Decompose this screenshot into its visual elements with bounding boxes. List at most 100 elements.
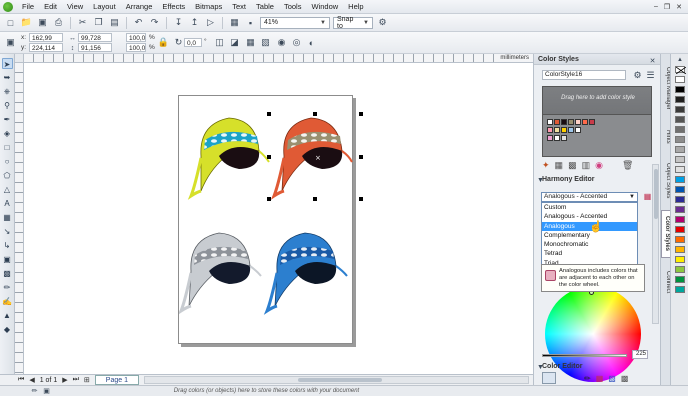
color-swatch[interactable] [547, 119, 553, 125]
weld-icon[interactable]: ◎ [290, 36, 303, 49]
color-model-icon[interactable]: ▦ [596, 374, 604, 383]
connector-tool-icon[interactable]: ↳ [2, 240, 13, 251]
close-icon[interactable]: ✕ [676, 3, 682, 11]
page-tab-1[interactable]: Page 1 [94, 375, 139, 385]
style-options-icon[interactable]: ⚙ [631, 69, 644, 82]
selection-handle[interactable] [313, 112, 317, 116]
color-swatch[interactable] [554, 119, 560, 125]
color-swatch[interactable] [575, 119, 581, 125]
menu-layout[interactable]: Layout [88, 0, 121, 14]
menu-tools[interactable]: Tools [279, 0, 307, 14]
blue-hat[interactable] [263, 232, 348, 315]
publish-pdf-icon[interactable]: ▷ [204, 16, 217, 29]
harmony-option-tetrad[interactable]: Tetrad [542, 249, 637, 258]
palette-swatch[interactable] [675, 286, 685, 293]
color-swatch[interactable] [568, 119, 574, 125]
selection-handle[interactable] [359, 112, 363, 116]
brightness-slider[interactable] [542, 354, 627, 357]
horizontal-scroll-thumb[interactable] [298, 378, 383, 382]
print-icon[interactable]: ⎙ [52, 16, 65, 29]
import-icon[interactable]: ↧ [172, 16, 185, 29]
palette-swatch[interactable] [675, 106, 685, 113]
color-sliders-icon[interactable]: ▧ [608, 374, 616, 383]
color-swatch[interactable] [568, 127, 574, 133]
docker-scroll-thumb[interactable] [654, 169, 658, 219]
width-field[interactable]: 99,728 mm [78, 33, 112, 51]
snap-to-select[interactable]: Snap to ▼ [333, 16, 373, 30]
ungroup-icon[interactable]: ▧ [259, 36, 272, 49]
palette-swatch[interactable] [675, 76, 685, 83]
prev-page-icon[interactable]: ◀ [29, 376, 34, 384]
color-swatch[interactable] [561, 119, 567, 125]
harmony-option-custom[interactable]: Custom [542, 203, 637, 212]
freehand-tool-icon[interactable]: ✒ [2, 114, 13, 125]
copy-icon[interactable]: ❐ [92, 16, 105, 29]
fill-tool-icon[interactable]: ▲ [2, 310, 13, 321]
shape-tool-icon[interactable]: ➥ [2, 72, 13, 83]
palette-swatch[interactable] [675, 196, 685, 203]
mirror-horizontal-icon[interactable]: ◫ [213, 36, 226, 49]
rectangle-tool-icon[interactable]: □ [2, 142, 13, 153]
text-tool-icon[interactable]: A [2, 198, 13, 209]
next-page-icon[interactable]: ▶ [62, 376, 67, 384]
apply-style-icon[interactable]: ▥ [582, 160, 591, 171]
options-gear-icon[interactable]: ⚙ [376, 16, 389, 29]
style-menu-icon[interactable]: ☰ [644, 69, 657, 82]
paste-icon[interactable]: ▤ [108, 16, 121, 29]
color-wheel-icon[interactable]: ◉ [595, 160, 603, 171]
grey-hat[interactable] [177, 232, 262, 315]
first-page-icon[interactable]: ⏮ [18, 376, 24, 384]
color-style-name-field[interactable]: ColorStyle16 [542, 70, 626, 80]
palette-swatch[interactable] [675, 156, 685, 163]
zoom-tool-icon[interactable]: ⚲ [2, 100, 13, 111]
add-page-icon[interactable]: ⊞ [84, 376, 90, 384]
harmony-type-select[interactable]: Analogous - Accented ▼ [541, 192, 638, 202]
palette-swatch[interactable] [675, 186, 685, 193]
eyedropper-icon[interactable]: ✏ [584, 374, 591, 383]
palette-swatch[interactable] [675, 176, 685, 183]
palette-swatch[interactable] [675, 166, 685, 173]
yellow-hat[interactable] [187, 117, 270, 200]
export-icon[interactable]: ↥ [188, 16, 201, 29]
color-swatch[interactable] [589, 119, 595, 125]
menu-edit[interactable]: Edit [39, 0, 62, 14]
palette-swatch[interactable] [675, 246, 685, 253]
redo-icon[interactable]: ↷ [148, 16, 161, 29]
undo-icon[interactable]: ↶ [132, 16, 145, 29]
menu-help[interactable]: Help [343, 0, 368, 14]
import-style-icon[interactable]: ▩ [568, 160, 577, 171]
height-field[interactable]: 91,156 mm [78, 43, 112, 61]
color-swatch[interactable] [554, 127, 560, 133]
minimize-icon[interactable]: – [654, 3, 658, 11]
smart-fill-tool-icon[interactable]: ◈ [2, 128, 13, 139]
color-swatch[interactable] [561, 127, 567, 133]
outline-tool-icon[interactable]: ✍ [2, 296, 13, 307]
horizontal-ruler[interactable]: millimeters [24, 54, 533, 63]
vertical-ruler[interactable] [15, 63, 24, 374]
palette-swatch[interactable] [675, 276, 685, 283]
menu-file[interactable]: File [17, 0, 39, 14]
brightness-value-field[interactable]: 225 [632, 350, 648, 359]
palette-swatch[interactable] [675, 266, 685, 273]
color-swatch[interactable] [582, 119, 588, 125]
color-palette-icon[interactable]: ▩ [621, 374, 629, 383]
trim-icon[interactable]: ◐ [305, 36, 318, 49]
palette-swatch[interactable] [675, 96, 685, 103]
selection-handle[interactable] [267, 155, 271, 159]
object-origin-icon[interactable]: ▣ [4, 36, 17, 49]
menu-effects[interactable]: Effects [157, 0, 190, 14]
combine-icon[interactable]: ◉ [275, 36, 288, 49]
harmony-option-monochromatic[interactable]: Monochromatic [542, 240, 637, 249]
pick-tool-icon[interactable]: ➤ [1, 58, 13, 69]
x-position-field[interactable]: 162,99 mm [29, 33, 63, 51]
palette-swatch[interactable] [675, 116, 685, 123]
cut-icon[interactable]: ✂ [76, 16, 89, 29]
palette-swatch[interactable] [675, 86, 685, 93]
transparency-tool-icon[interactable]: ▩ [2, 268, 13, 279]
new-document-icon[interactable]: □ [4, 16, 17, 29]
menu-view[interactable]: View [62, 0, 88, 14]
blend-tool-icon[interactable]: ▣ [2, 254, 13, 265]
color-style-swatches[interactable] [542, 114, 652, 157]
app-launcher-icon[interactable]: ▦ [228, 16, 241, 29]
palette-scroll-up-icon[interactable]: ▲ [674, 56, 686, 64]
